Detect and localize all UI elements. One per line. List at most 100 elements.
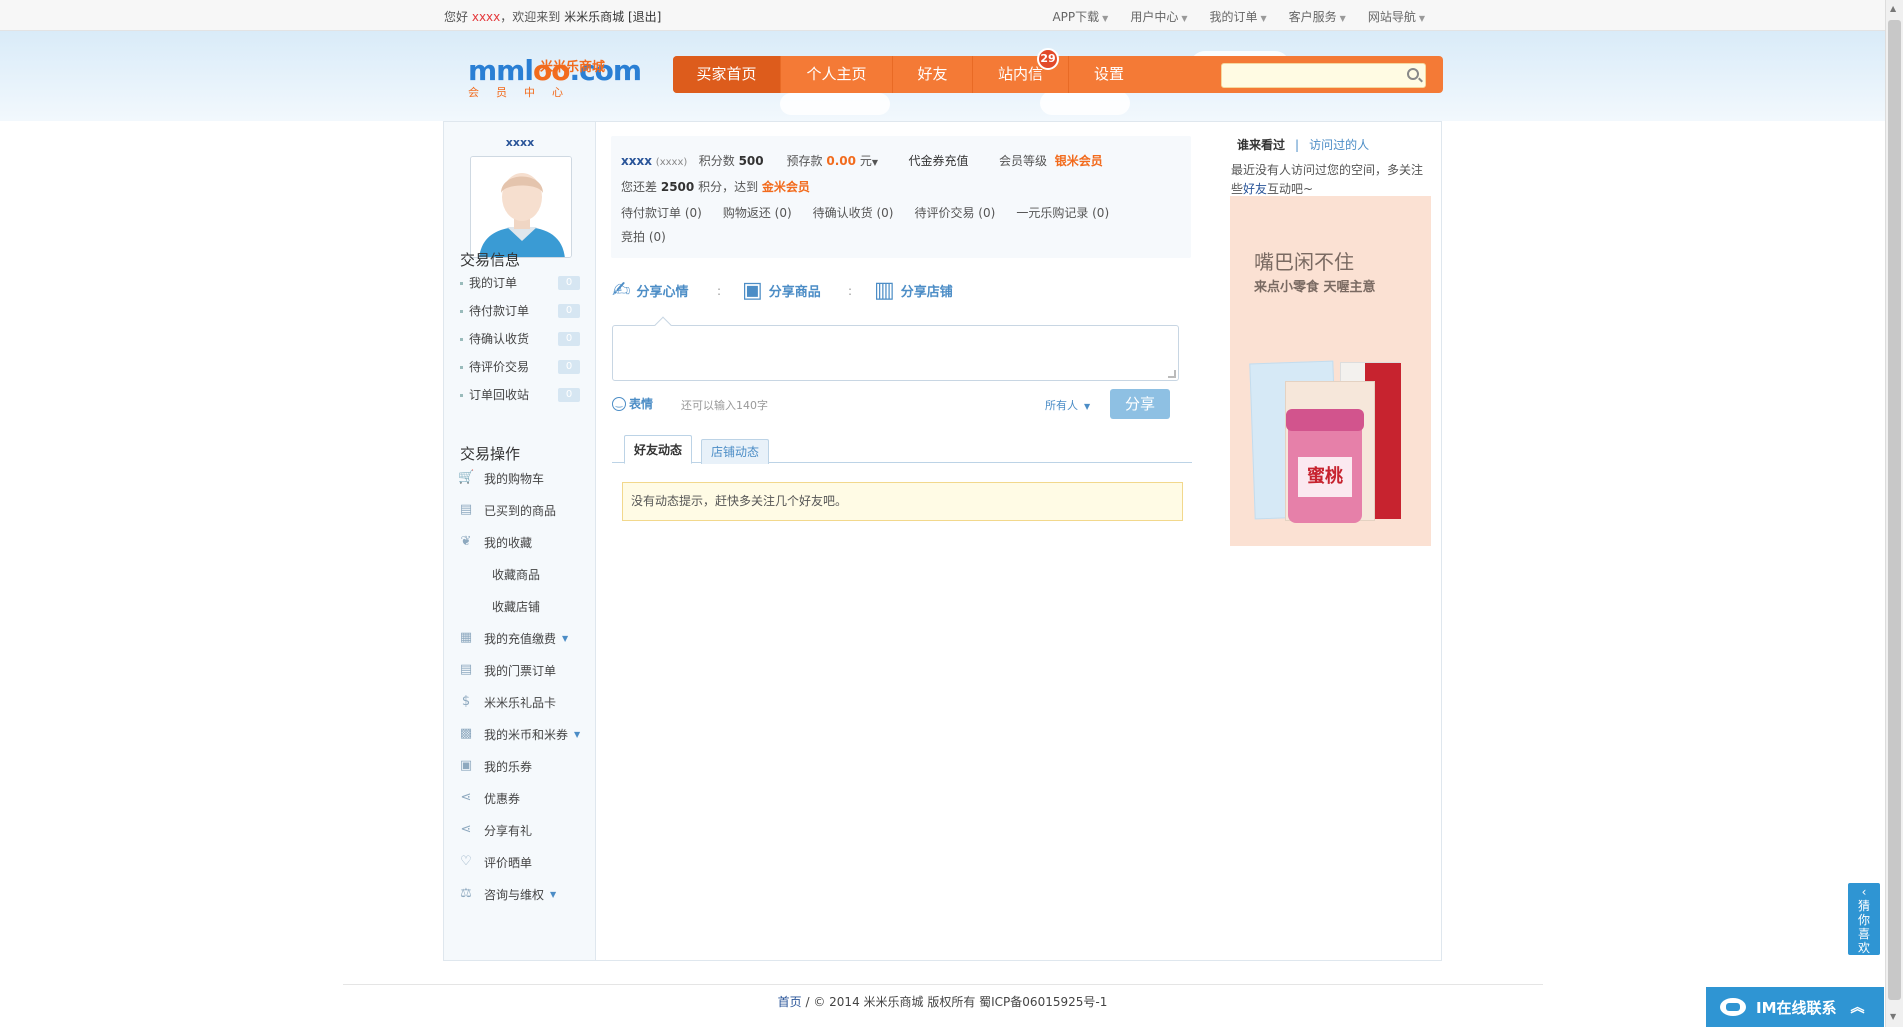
- tab-visited-people[interactable]: 访问过的人: [1309, 138, 1369, 152]
- count-badge: 0: [558, 388, 580, 402]
- scrollbar-thumb[interactable]: [1888, 20, 1901, 1000]
- sidebar-item-tickets[interactable]: ▤ 我的门票订单: [458, 660, 556, 680]
- stat-rebate[interactable]: 购物返还 (0): [723, 204, 792, 221]
- welcome: ，欢迎来到: [500, 10, 561, 24]
- stat-to-confirm[interactable]: 待确认收货 (0): [813, 204, 894, 221]
- sidebar-item-label: 待评价交易: [469, 360, 530, 374]
- sidebar-item-consult[interactable]: ⚖ 咨询与维权 ▼: [458, 884, 556, 904]
- sidebar-item-label: 评价晒单: [484, 855, 533, 870]
- calculator-icon: ▩: [459, 726, 473, 741]
- share-button[interactable]: 分享: [1110, 389, 1170, 419]
- separator: :: [848, 284, 853, 298]
- stat-one-yuan[interactable]: 一元乐购记录 (0): [1016, 204, 1109, 221]
- emoji-label: 表情: [629, 397, 654, 411]
- sidebar-item-label: 米米乐礼品卡: [484, 695, 557, 710]
- scroll-down-icon[interactable]: ▼: [1890, 1012, 1896, 1021]
- site-name[interactable]: 米米乐商城: [564, 10, 624, 24]
- friends-link[interactable]: 好友: [1243, 182, 1267, 196]
- voucher-recharge-link[interactable]: 代金券充值: [909, 154, 969, 168]
- top-link-service[interactable]: 客户服务 ▼: [1289, 8, 1346, 25]
- deposit-unit-dropdown[interactable]: 元▼: [860, 154, 878, 168]
- sidebar-item-coupons[interactable]: ⋖ 优惠券: [458, 788, 520, 808]
- sidebar-item-le-coupons[interactable]: ▣ 我的乐券: [458, 756, 532, 776]
- logo-subtitle: 会员中心: [468, 86, 580, 99]
- avatar[interactable]: [470, 156, 572, 258]
- share-shop-button[interactable]: ▥ 分享店铺: [874, 278, 953, 303]
- ad-subtitle: 来点小零食 天喔主意: [1254, 280, 1376, 295]
- sidebar-item-recycle[interactable]: 订单回收站 0: [460, 386, 580, 406]
- tab-who-visited[interactable]: 谁来看过: [1237, 138, 1285, 152]
- resize-handle[interactable]: [1168, 370, 1176, 378]
- sidebar-item-gift-card[interactable]: $ 米米乐礼品卡: [458, 692, 556, 712]
- logout-link[interactable]: [退出]: [628, 10, 661, 24]
- stat-to-review[interactable]: 待评价交易 (0): [914, 204, 995, 221]
- sidebar-item-my-orders[interactable]: 我的订单 0: [460, 274, 580, 294]
- footer-home-link[interactable]: 首页: [778, 995, 802, 1009]
- scroll-up-icon[interactable]: ▲: [1890, 4, 1896, 13]
- user-link[interactable]: xxxx: [472, 10, 500, 24]
- member-level[interactable]: 银米会员: [1055, 154, 1103, 168]
- footer-divider: [343, 984, 1543, 985]
- jar-lid: [1286, 409, 1364, 431]
- separator: :: [717, 284, 722, 298]
- sidebar-username[interactable]: xxxx: [444, 136, 596, 149]
- bullet-icon: [460, 338, 463, 341]
- sidebar-item-to-review[interactable]: 待评价交易 0: [460, 358, 580, 378]
- share-mood-button[interactable]: ✍ 分享心情: [612, 278, 688, 303]
- trade-info-title: 交易信息: [460, 251, 521, 269]
- sidebar-item-to-confirm[interactable]: 待确认收货 0: [460, 330, 580, 350]
- sidebar-item-recharge[interactable]: ▦ 我的充值缴费 ▼: [458, 628, 568, 648]
- top-link-orders[interactable]: 我的订单 ▼: [1209, 8, 1266, 25]
- stat-unpaid[interactable]: 待付款订单 (0): [621, 204, 702, 221]
- share-icon: ⋖: [460, 822, 472, 837]
- page-scrollbar[interactable]: ▲ ▼: [1885, 0, 1903, 1027]
- search-icon[interactable]: [1407, 68, 1419, 80]
- nav-profile[interactable]: 个人主页: [781, 56, 893, 93]
- stat-auction[interactable]: 竞拍 (0): [621, 228, 666, 245]
- chevron-down-icon: ▼: [574, 729, 581, 739]
- feed-tabs: 好友动态 店铺动态: [612, 435, 1192, 464]
- emoji-button[interactable]: ‿ 表情: [612, 395, 653, 412]
- top-link-app[interactable]: APP下载 ▼: [1052, 8, 1108, 25]
- im-chat-bar[interactable]: IM在线联系 ︽: [1706, 987, 1884, 1027]
- sidebar-item-label: 收藏店铺: [492, 599, 541, 614]
- share-goods-button[interactable]: ▣ 分享商品: [742, 278, 821, 303]
- top-link-label: 客户服务: [1288, 10, 1337, 24]
- visitors-message: 最近没有人访问过您的空间，多关注些好友互动吧~: [1231, 161, 1431, 199]
- next-level[interactable]: 金米会员: [762, 180, 810, 194]
- char-count: 还可以输入140字: [681, 399, 768, 412]
- share-textarea[interactable]: [612, 316, 1179, 381]
- account-name[interactable]: xxxx: [621, 154, 652, 168]
- search-input[interactable]: [1221, 63, 1426, 88]
- sidebar: xxxx 交易信息 我的订单 0 待付款订单 0 待确认收货 0 待评价交易 0 订单回…: [444, 122, 596, 960]
- chevron-left-icon: ‹: [1861, 885, 1867, 899]
- visibility-dropdown[interactable]: 所有人 ▼: [1045, 397, 1090, 413]
- tab-friend-feed[interactable]: 好友动态: [624, 435, 693, 464]
- top-link-sitemap[interactable]: 网站导航 ▼: [1368, 8, 1425, 25]
- top-link-user-center[interactable]: 用户中心 ▼: [1130, 8, 1187, 25]
- top-bar: 您好 xxxx，欢迎来到 米米乐商城 [退出] APP下载 ▼ 用户中心 ▼ 我的订…: [0, 0, 1885, 31]
- cloud-decoration: [1040, 91, 1130, 115]
- sidebar-item-bought[interactable]: ▤ 已买到的商品: [458, 500, 556, 520]
- guess-you-like-tab[interactable]: ‹ 猜你喜欢: [1848, 883, 1880, 955]
- ad-title: 嘴巴闲不住: [1254, 250, 1354, 274]
- sidebar-item-favorites[interactable]: ❦ 我的收藏: [458, 532, 532, 552]
- site-logo[interactable]: mmloo.com 米米乐商城 会员中心: [468, 56, 642, 100]
- sidebar-item-reviews[interactable]: ♡ 评价晒单: [458, 852, 532, 872]
- sidebar-item-fav-shops[interactable]: 收藏店铺: [492, 596, 540, 616]
- sidebar-item-cart[interactable]: 🛒 我的购物车: [458, 468, 544, 488]
- sidebar-item-label: 分享有礼: [484, 823, 533, 838]
- visitors-panel: 谁来看过 | 访问过的人 最近没有人访问过您的空间，多关注些好友互动吧~: [1231, 136, 1431, 199]
- sidebar-item-share-gift[interactable]: ⋖ 分享有礼: [458, 820, 532, 840]
- tab-shop-feed[interactable]: 店铺动态: [701, 439, 770, 464]
- snack-ad-banner[interactable]: 嘴巴闲不住 来点小零食 天喔主意 蜜桃: [1230, 196, 1431, 546]
- sidebar-item-coins[interactable]: ▩ 我的米币和米券 ▼: [458, 724, 580, 744]
- chevron-up-icon[interactable]: ︽: [1851, 997, 1865, 1017]
- share-mood-label: 分享心情: [636, 285, 689, 300]
- sidebar-item-fav-goods[interactable]: 收藏商品: [492, 564, 540, 584]
- nav-buyer-home[interactable]: 买家首页: [673, 56, 781, 93]
- sidebar-item-label: 我的米币和米券: [484, 727, 569, 742]
- nav-settings[interactable]: 设置: [1069, 56, 1149, 93]
- nav-friends[interactable]: 好友: [893, 56, 973, 93]
- sidebar-item-unpaid[interactable]: 待付款订单 0: [460, 302, 580, 322]
